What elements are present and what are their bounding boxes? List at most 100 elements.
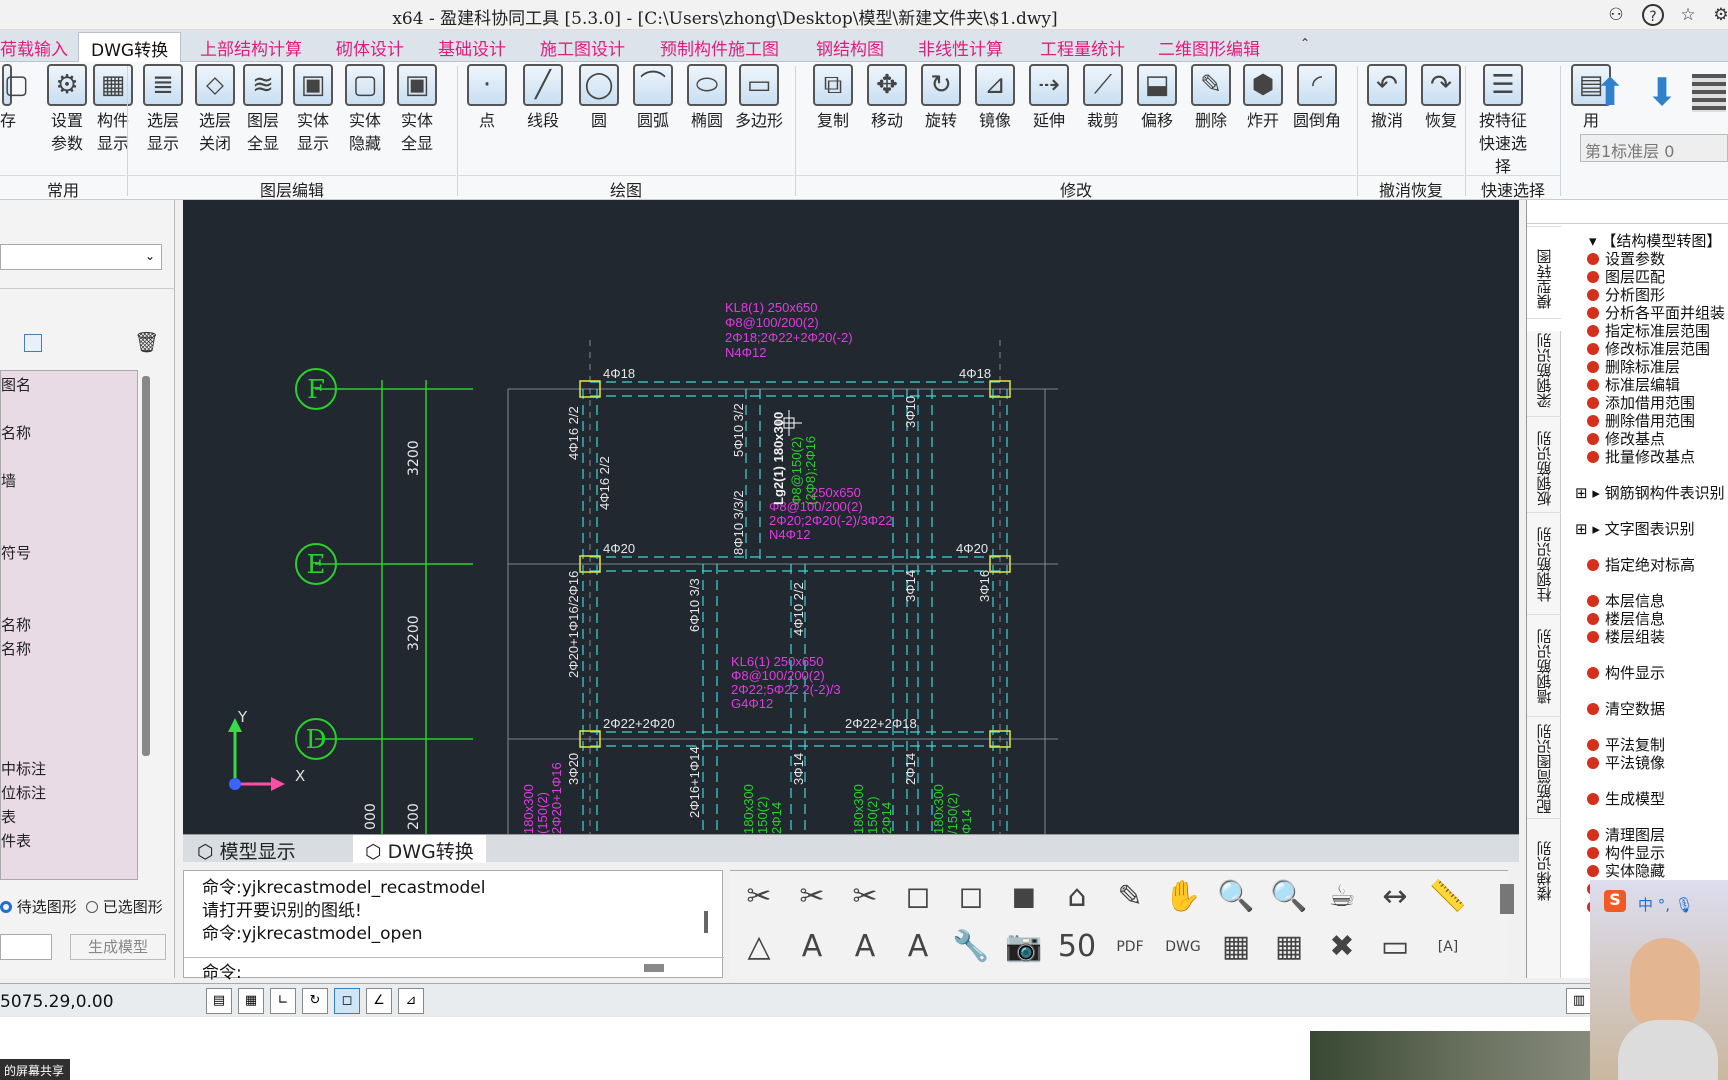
- tree-expandable[interactable]: ⊞ ▸ 钢筋钢构件表识别: [1575, 482, 1725, 503]
- tree-item[interactable]: 批量修改基点: [1587, 446, 1695, 467]
- tool-icon[interactable]: ◻: [948, 875, 994, 919]
- line-button[interactable]: ╱ 线段: [516, 64, 570, 164]
- polar-icon[interactable]: ↻: [302, 988, 328, 1014]
- layer-show-button[interactable]: ≣ 选层 显示: [136, 64, 190, 164]
- menu-construction-drawing[interactable]: 施工图设计: [540, 35, 625, 60]
- tree-item[interactable]: 楼层组装: [1587, 626, 1665, 647]
- menu-steel[interactable]: 钢结构图: [816, 35, 884, 60]
- tool-icon[interactable]: 🔍: [1213, 875, 1259, 919]
- offset-button[interactable]: ⬓ 偏移: [1130, 64, 1184, 164]
- tree-item[interactable]: 构件显示: [1587, 662, 1665, 683]
- tool-icon[interactable]: ✎: [1107, 875, 1153, 919]
- tool-icon[interactable]: A: [789, 925, 835, 969]
- scroll-thumb[interactable]: [644, 964, 664, 972]
- tree-item[interactable]: 平法镜像: [1587, 752, 1665, 773]
- settings-icon[interactable]: ⚙: [1710, 4, 1728, 26]
- help-icon[interactable]: ?: [1642, 4, 1664, 26]
- entity-show-button[interactable]: ▣ 实体 显示: [286, 64, 340, 164]
- list-item[interactable]: 中标注: [1, 757, 46, 781]
- layer-up-icon[interactable]: ⬆: [1588, 70, 1632, 114]
- tab-dwg-convert[interactable]: ⬡ DWG转换: [353, 835, 486, 863]
- menu-masonry[interactable]: 砌体设计: [336, 35, 404, 60]
- tool-icon[interactable]: △: [736, 925, 782, 969]
- tool-icon[interactable]: A: [842, 925, 888, 969]
- menu-dwg-convert[interactable]: DWG转换: [78, 32, 182, 62]
- track-icon[interactable]: ⊿: [398, 988, 424, 1014]
- point-button[interactable]: · 点: [460, 64, 514, 164]
- polygon-button[interactable]: ▭ 多边形: [732, 64, 786, 164]
- angle-icon[interactable]: ∠: [366, 988, 392, 1014]
- menu-load-input[interactable]: 荷载输入: [0, 35, 68, 60]
- tool-icon[interactable]: 📏: [1425, 875, 1471, 919]
- list-view-icon[interactable]: [24, 334, 42, 352]
- menu-nonlinear[interactable]: 非线性计算: [918, 35, 1003, 60]
- tool-icon[interactable]: ✖: [1319, 925, 1365, 969]
- floor-select[interactable]: 第1标准层 0: [1580, 134, 1728, 162]
- menu-upper-structure[interactable]: 上部结构计算: [200, 35, 302, 60]
- tree-item[interactable]: 生成模型: [1587, 788, 1665, 809]
- ellipse-button[interactable]: ⬭ 椭圆: [680, 64, 734, 164]
- tool-icon[interactable]: ✋: [1160, 875, 1206, 919]
- trim-button[interactable]: ⟋ 裁剪: [1076, 64, 1130, 164]
- tab-model-display[interactable]: ⬡ 模型显示: [197, 837, 296, 864]
- tool-icon[interactable]: 50: [1054, 925, 1100, 969]
- menu-foundation[interactable]: 基础设计: [438, 35, 506, 60]
- save-button[interactable]: ▢存: [0, 64, 29, 164]
- tool-icon[interactable]: ▦: [1266, 925, 1312, 969]
- tool-icon[interactable]: ◼: [1001, 875, 1047, 919]
- tool-icon[interactable]: ↔: [1372, 875, 1418, 919]
- trash-icon[interactable]: 🗑: [134, 330, 159, 354]
- tree-item[interactable]: 清空数据: [1587, 698, 1665, 719]
- list-item[interactable]: 图名: [1, 373, 46, 397]
- rotate-button[interactable]: ↻ 旋转: [914, 64, 968, 164]
- menu-2d-edit[interactable]: 二维图形编辑: [1158, 35, 1260, 60]
- tool-icon[interactable]: ✂: [736, 875, 782, 919]
- star-icon[interactable]: ☆: [1677, 4, 1699, 26]
- tool-icon[interactable]: ▦: [1213, 925, 1259, 969]
- layer-all-button[interactable]: ≋ 图层 全显: [236, 64, 290, 164]
- vtab-model-to-drawing[interactable]: 模型转图: [1527, 226, 1561, 331]
- tool-icon[interactable]: ✂: [842, 875, 888, 919]
- layer-down-icon[interactable]: ⬇: [1640, 70, 1684, 114]
- move-button[interactable]: ✥ 移动: [860, 64, 914, 164]
- list-item[interactable]: 墙: [1, 469, 46, 493]
- grid-icon[interactable]: ▦: [238, 988, 264, 1014]
- list-item[interactable]: 表: [1, 805, 46, 829]
- redo-button[interactable]: ↷ 恢复: [1414, 64, 1468, 164]
- quick-select-button[interactable]: ☰ 按特征 快速选择: [1476, 64, 1530, 176]
- scrollbar[interactable]: [142, 376, 150, 756]
- scrollbar[interactable]: [1500, 884, 1514, 914]
- tool-icon[interactable]: ⌂: [1054, 875, 1100, 919]
- list-item[interactable]: 名称: [1, 637, 46, 661]
- circle-button[interactable]: ◯ 圆: [572, 64, 626, 164]
- list-item[interactable]: 名称: [1, 613, 46, 637]
- explode-button[interactable]: ⬢ 炸开: [1236, 64, 1290, 164]
- list-item[interactable]: 名称: [1, 421, 46, 445]
- name-field[interactable]: [0, 934, 52, 960]
- generate-model-button[interactable]: 生成模型: [70, 934, 166, 960]
- vtab-slab-rebar[interactable]: 板钢筋识别: [1527, 416, 1561, 521]
- layer-list[interactable]: 图名 名称 墙 符号 名称 名称 中标注 位标注 表 件表: [0, 370, 138, 880]
- layer-close-button[interactable]: ⬦ 选层 关闭: [188, 64, 242, 164]
- vtab-beam-rebar[interactable]: 梁钢筋识别: [1527, 318, 1561, 423]
- vtab-wall-rebar[interactable]: 墙钢筋识别: [1527, 614, 1561, 719]
- arc-button[interactable]: ⌒ 圆弧: [626, 64, 680, 164]
- vtab-stair[interactable]: 楼梯识别: [1527, 818, 1561, 923]
- entity-all-button[interactable]: ▣ 实体 全显: [390, 64, 444, 164]
- menu-quantity[interactable]: 工程量统计: [1040, 35, 1125, 60]
- extend-button[interactable]: ⇢ 延伸: [1022, 64, 1076, 164]
- drawing-canvas[interactable]: F E D 3200 3200 000 200 KL8(1) 250x650 Φ…: [183, 200, 1519, 834]
- layer-stack-icon[interactable]: [1692, 74, 1726, 112]
- scrollbar[interactable]: [704, 911, 708, 933]
- list-item[interactable]: 符号: [1, 541, 46, 565]
- ortho-icon[interactable]: ▤: [206, 988, 232, 1014]
- component-display-button[interactable]: ▦ 构件 显示: [86, 64, 140, 164]
- tool-icon[interactable]: [A]: [1425, 925, 1471, 969]
- osnap-icon[interactable]: ◻: [334, 988, 360, 1014]
- tree-expandable[interactable]: ⊞ ▸ 文字图表识别: [1575, 518, 1695, 539]
- tree-item[interactable]: 指定绝对标高: [1587, 554, 1695, 575]
- tool-icon[interactable]: 🔧: [948, 925, 994, 969]
- command-input[interactable]: 命令:: [184, 957, 724, 983]
- delete-button[interactable]: ✎ 删除: [1184, 64, 1238, 164]
- menu-collapse-icon[interactable]: ⌃: [1300, 36, 1310, 50]
